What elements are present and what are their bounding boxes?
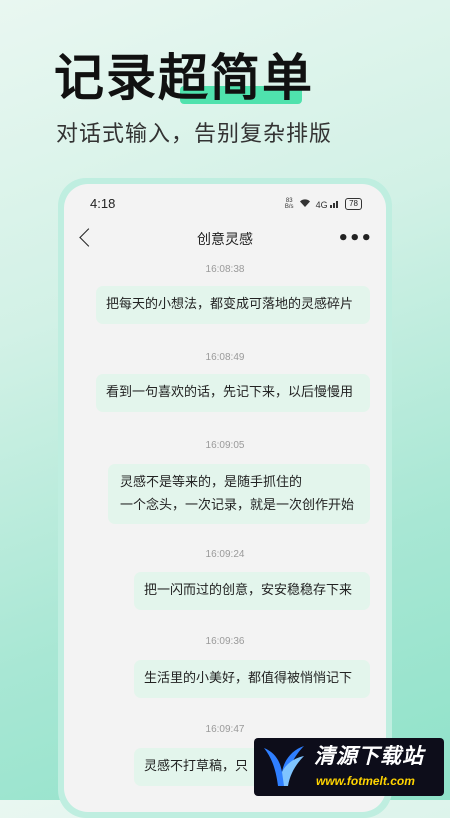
message-timestamp: 16:08:38 (205, 264, 245, 275)
chat-screen: 4:18 83 B/s 4G 78 创意灵感 ••• 16:08:38 把每天的… (64, 184, 386, 812)
status-time: 4:18 (90, 196, 116, 211)
status-icons: 83 B/s 4G 78 (285, 198, 362, 210)
message-bubble[interactable]: 看到一句喜欢的话，先记下来，以后慢慢用 (96, 374, 370, 412)
site-watermark: 清源下载站 www.fotmelt.com (254, 738, 444, 796)
message-bubble[interactable]: 生活里的小美好，都值得被悄悄记下 (134, 660, 370, 698)
nav-bar: 创意灵感 ••• (64, 228, 386, 252)
message-text: 灵感不打草稿，只 (144, 759, 249, 774)
hero-title-text: 记录超简单 (54, 49, 314, 107)
hero-subtitle: 对话式输入，告别复杂排版 (56, 122, 333, 147)
message-timestamp: 16:08:49 (205, 352, 245, 363)
network-speed-unit: B/s (284, 204, 294, 210)
message-text: 一个念头，一次记录，就是一次创作开始 (120, 498, 355, 513)
wifi-icon (299, 198, 311, 210)
battery-icon: 78 (345, 198, 362, 210)
message-bubble[interactable]: 灵感不是等来的，是随手抓住的 一个念头，一次记录，就是一次创作开始 (108, 464, 370, 524)
status-bar: 4:18 83 B/s 4G 78 (64, 196, 386, 216)
watermark-name: 清源下载站 (314, 744, 424, 768)
message-timestamp: 16:09:47 (205, 724, 245, 735)
message-text: 生活里的小美好，都值得被悄悄记下 (144, 671, 353, 686)
message-timestamp: 16:09:24 (205, 549, 245, 560)
network-speed: 83 B/s (285, 198, 294, 210)
watermark-logo-icon (264, 746, 304, 786)
hero-title: 记录超简单 (54, 48, 314, 108)
message-text: 灵感不是等来的，是随手抓住的 (120, 475, 303, 490)
message-text: 把每天的小想法，都变成可落地的灵感碎片 (106, 297, 354, 312)
watermark-url: www.fotmelt.com (316, 774, 415, 788)
message-bubble[interactable]: 把一闪而过的创意，安安稳稳存下来 (134, 572, 370, 610)
message-timestamp: 16:09:05 (205, 440, 245, 451)
message-timestamp: 16:09:36 (205, 636, 245, 647)
message-text: 把一闪而过的创意，安安稳稳存下来 (144, 583, 353, 598)
message-text: 看到一句喜欢的话，先记下来，以后慢慢用 (106, 385, 354, 400)
signal-label: 4G (315, 199, 328, 210)
phone-mockup: 4:18 83 B/s 4G 78 创意灵感 ••• 16:08:38 把每天的… (58, 178, 392, 818)
message-bubble[interactable]: 把每天的小想法，都变成可落地的灵感碎片 (96, 286, 370, 324)
more-options-button[interactable]: ••• (337, 230, 372, 248)
signal-icon: 4G (316, 199, 341, 210)
